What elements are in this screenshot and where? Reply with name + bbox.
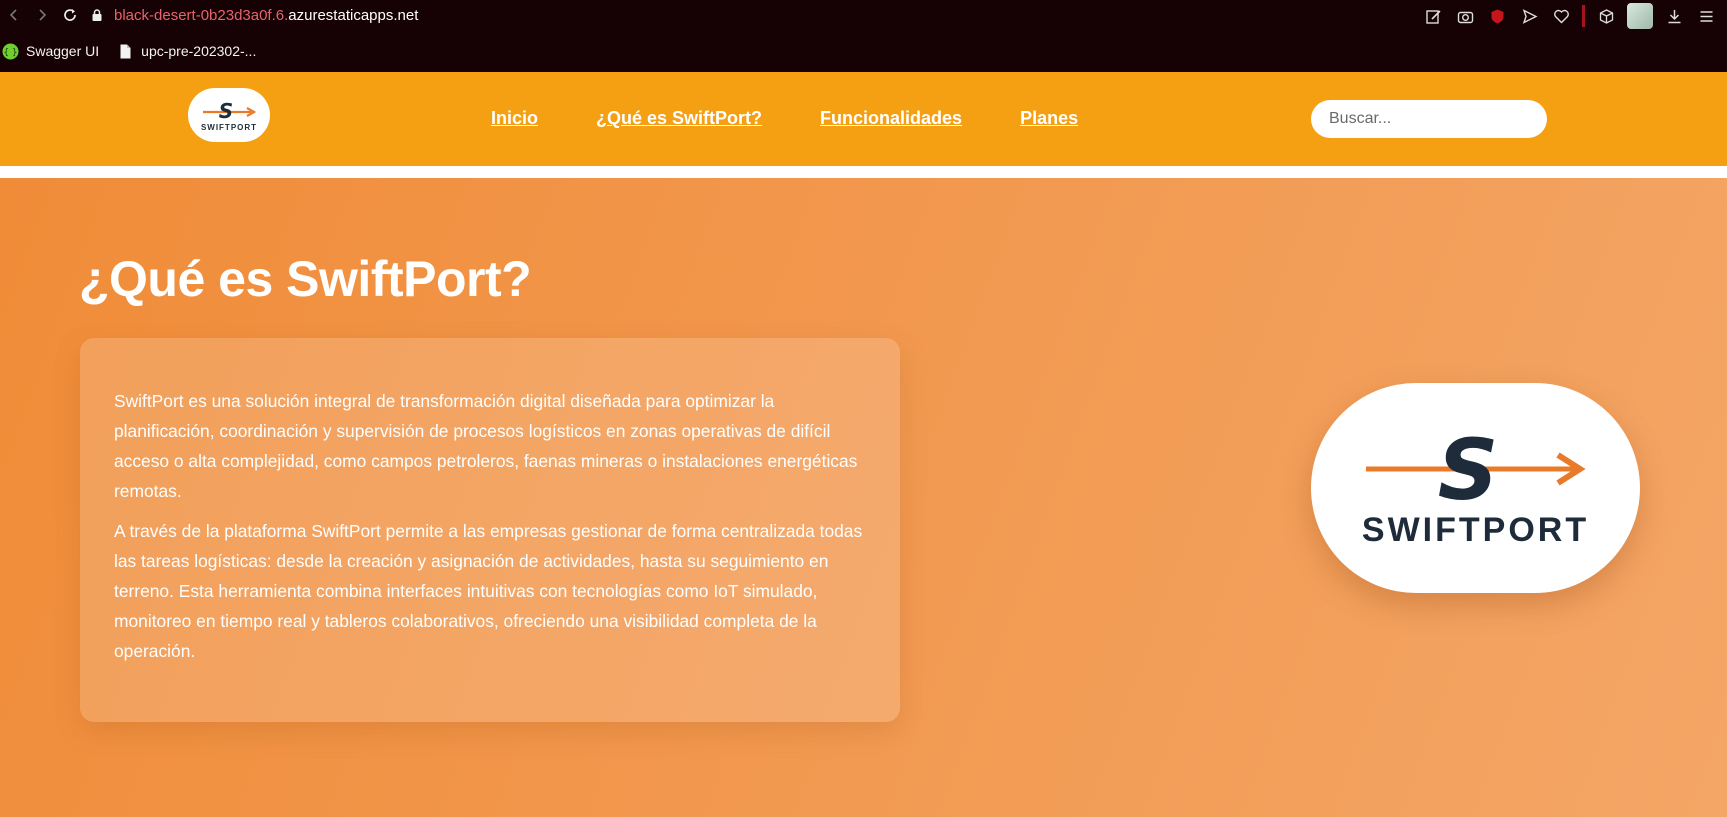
nav-link-que-es[interactable]: ¿Qué es SwiftPort?: [596, 108, 762, 129]
site-header: S SWIFTPORT Inicio ¿Qué es SwiftPort? Fu…: [0, 72, 1727, 166]
about-section: ¿Qué es SwiftPort? SwiftPort es una solu…: [0, 178, 1727, 817]
bookmark-label: Swagger UI: [26, 43, 100, 59]
search-input[interactable]: [1311, 100, 1547, 138]
download-icon: [1668, 9, 1680, 23]
swagger-icon: { }: [2, 43, 19, 59]
screenshot-button[interactable]: [1454, 5, 1476, 27]
svg-text:S: S: [219, 99, 233, 122]
hero-logo-text: SWIFTPORT: [1361, 510, 1590, 549]
file-icon: [120, 44, 131, 58]
nav-link-inicio[interactable]: Inicio: [491, 108, 538, 129]
profile-avatar[interactable]: [1627, 3, 1653, 29]
menu-icon: [1700, 10, 1712, 22]
forward-icon: [39, 9, 47, 21]
main-nav: Inicio ¿Qué es SwiftPort? Funcionalidade…: [491, 108, 1078, 129]
downloads-button[interactable]: [1663, 5, 1685, 27]
swiftport-logo-icon: S: [203, 99, 257, 122]
nav-link-funcionalidades[interactable]: Funcionalidades: [820, 108, 962, 129]
hero-logo: S SWIFTPORT: [1311, 383, 1640, 593]
address-bar-row: black-desert-0b23d3a0f.6. azurestaticapps…: [0, 0, 1727, 30]
description-card: SwiftPort es una solución integral de tr…: [80, 338, 900, 722]
bookmark-swagger[interactable]: { } Swagger UI: [2, 43, 99, 60]
bookmarks-bar: { } Swagger UI upc-pre-202302-...: [0, 38, 256, 64]
bookmark-label: upc-pre-202302-...: [141, 43, 257, 59]
lock-icon: [92, 9, 102, 21]
toolbar-divider: [1582, 5, 1585, 27]
back-icon: [9, 9, 17, 21]
send-icon: [1522, 8, 1538, 24]
forward-button[interactable]: [28, 1, 56, 29]
section-title: ¿Qué es SwiftPort?: [79, 251, 532, 307]
url-domain: azurestaticapps.net: [288, 6, 419, 24]
bookmark-upc[interactable]: upc-pre-202302-...: [117, 43, 256, 60]
send-button[interactable]: [1518, 5, 1540, 27]
edit-page-button[interactable]: [1422, 5, 1444, 27]
description-paragraph-1: SwiftPort es una solución integral de tr…: [114, 391, 858, 501]
svg-text:{ }: { }: [3, 48, 17, 58]
edit-icon: [1425, 9, 1441, 24]
header-logo[interactable]: S SWIFTPORT: [188, 88, 270, 142]
reload-button[interactable]: [56, 1, 84, 29]
favorite-button[interactable]: [1550, 5, 1572, 27]
browser-toolbar: [1422, 3, 1717, 29]
url-subdomain: black-desert-0b23d3a0f.6.: [114, 6, 289, 24]
extensions-button[interactable]: [1595, 5, 1617, 27]
url-field[interactable]: black-desert-0b23d3a0f.6. azurestaticapps…: [90, 7, 418, 24]
description-paragraph-2: A través de la plataforma SwiftPort perm…: [114, 521, 863, 661]
camera-icon: [1457, 11, 1473, 23]
heart-icon: [1553, 9, 1569, 23]
cube-icon: [1599, 8, 1613, 24]
shield-button[interactable]: [1486, 5, 1508, 27]
shield-icon: [1491, 9, 1503, 23]
nav-link-planes[interactable]: Planes: [1020, 108, 1078, 129]
back-button[interactable]: [0, 1, 28, 29]
swiftport-logo-icon: S: [1365, 427, 1586, 507]
reload-icon: [64, 9, 76, 21]
header-logo-text: SWIFTPORT: [200, 123, 258, 132]
svg-text:S: S: [1437, 427, 1498, 507]
browser-chrome: black-desert-0b23d3a0f.6. azurestaticapps…: [0, 0, 1727, 72]
menu-button[interactable]: [1695, 5, 1717, 27]
